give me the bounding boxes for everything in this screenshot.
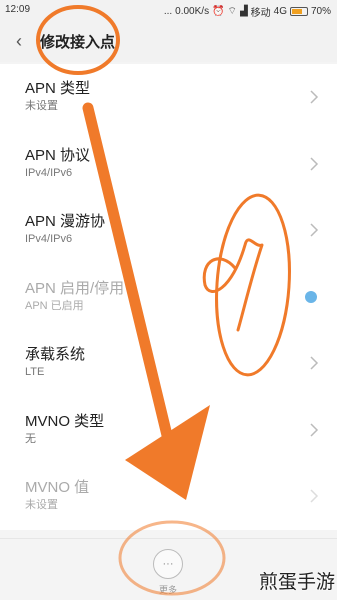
list-item-value: 未设置 xyxy=(25,100,58,112)
list-item-value: 无 xyxy=(25,432,36,445)
battery-percent: 70% xyxy=(310,6,331,17)
toggle-indicator[interactable] xyxy=(305,290,317,303)
signal-icon: ▟ xyxy=(239,6,248,17)
list-item-value: APN 已启用 xyxy=(25,299,84,312)
status-indicators: ... 0.00K/s ⏰ ⌔ ▟ 移动 4G 70% xyxy=(164,4,331,19)
list-item-title: APN 漫游协 xyxy=(25,213,106,230)
list-item[interactable]: APN 类型未设置 xyxy=(0,64,337,131)
status-dots: ... xyxy=(163,6,173,17)
list-item-value: 未设置 xyxy=(25,499,58,511)
more-icon: ··· xyxy=(162,558,174,570)
chevron-right-icon xyxy=(310,489,319,503)
page-title: 修改接入点 xyxy=(40,33,116,51)
network-type: 4G xyxy=(273,6,287,17)
list-item-title: APN 启用/停用 xyxy=(25,279,125,297)
chevron-right-icon xyxy=(310,90,319,104)
list-item[interactable]: APN 漫游协 IPv4/IPv6 xyxy=(0,197,337,264)
chevron-right-icon xyxy=(310,423,319,437)
list-item-title: APN 类型 xyxy=(25,80,91,97)
carrier-label: 移动 xyxy=(250,8,271,19)
list-item-value: LTE xyxy=(25,366,45,378)
status-bar: 12:09 ... 0.00K/s ⏰ ⌔ ▟ 移动 4G 70% xyxy=(0,0,337,20)
settings-list: APN 类型未设置 APN 协议 IPv4/IPv6 APN 漫游协 IPv4/IPv6… xyxy=(0,64,337,530)
battery-icon xyxy=(289,7,308,16)
list-item[interactable]: 承载系统 LTE xyxy=(0,330,337,397)
network-speed: 0.00K/s xyxy=(175,6,210,17)
watermark: 煎蛋手游 xyxy=(258,571,335,593)
alarm-icon: ⏰ xyxy=(212,6,225,17)
list-item[interactable]: APN 协议 IPv4/IPv6 xyxy=(0,131,337,198)
list-item-title: 承载系统 xyxy=(25,346,86,363)
list-item-title: APN 协议 xyxy=(25,146,91,164)
header: ‹ 修改接入点 xyxy=(0,20,337,62)
back-arrow-icon[interactable]: ‹ xyxy=(4,31,34,52)
list-item[interactable]: MVNO 值未设置 xyxy=(0,463,337,530)
list-item[interactable]: MVNO 类型无 xyxy=(0,397,337,464)
wifi-icon: ⌔ xyxy=(227,6,237,17)
more-button[interactable]: ··· xyxy=(153,549,183,579)
list-item[interactable]: APN 启用/停用 APN 已启用 xyxy=(0,264,337,331)
battery-fill xyxy=(291,9,302,14)
chevron-right-icon xyxy=(310,157,319,171)
list-item-title: MVNO 值 xyxy=(25,479,90,496)
chevron-right-icon xyxy=(310,223,319,237)
status-time: 12:09 xyxy=(5,4,31,15)
chevron-right-icon xyxy=(310,356,319,370)
list-item-value: IPv4/IPv6 xyxy=(25,166,73,179)
more-label: 更多 xyxy=(158,585,177,595)
list-item-value: IPv4/IPv6 xyxy=(25,233,73,245)
list-item-title: MVNO 类型 xyxy=(25,412,105,430)
